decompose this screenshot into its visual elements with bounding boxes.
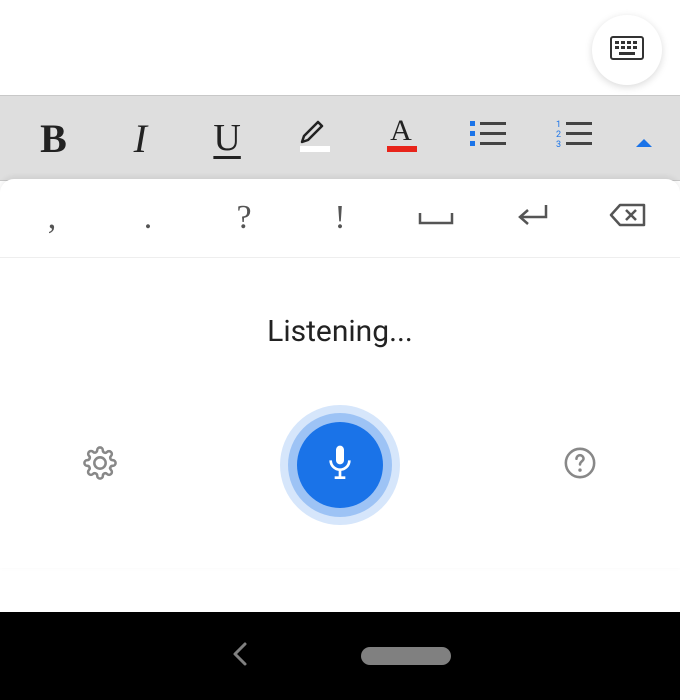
svg-text:1: 1 bbox=[556, 120, 561, 130]
underline-icon: U bbox=[213, 116, 240, 160]
expand-toolbar-button[interactable] bbox=[618, 96, 670, 180]
dictation-controls bbox=[0, 405, 680, 525]
backspace-button[interactable] bbox=[580, 179, 676, 257]
enter-icon bbox=[512, 198, 552, 238]
svg-text:A: A bbox=[390, 114, 412, 147]
space-icon bbox=[416, 198, 456, 238]
dictation-area: Listening... bbox=[0, 258, 680, 568]
chevron-up-icon bbox=[634, 117, 654, 159]
space-button[interactable] bbox=[388, 179, 484, 257]
bold-icon: B bbox=[40, 115, 67, 162]
period-button[interactable]: . bbox=[100, 179, 196, 257]
backspace-icon bbox=[608, 198, 648, 238]
highlight-icon bbox=[292, 112, 336, 165]
keyboard-icon bbox=[610, 36, 644, 64]
microphone-button[interactable] bbox=[280, 405, 400, 525]
mic-core bbox=[297, 422, 383, 508]
svg-text:2: 2 bbox=[556, 130, 561, 140]
enter-button[interactable] bbox=[484, 179, 580, 257]
gear-icon bbox=[83, 446, 117, 484]
dictation-status: Listening... bbox=[267, 314, 413, 349]
microphone-icon bbox=[323, 443, 357, 487]
format-toolbar: B I U A bbox=[0, 95, 680, 181]
font-color-button[interactable]: A bbox=[357, 96, 444, 180]
question-label: ? bbox=[236, 199, 251, 237]
android-navigation-bar bbox=[0, 612, 680, 700]
period-label: . bbox=[144, 199, 153, 237]
italic-button[interactable]: I bbox=[97, 96, 184, 180]
bulleted-list-icon bbox=[468, 117, 508, 159]
settings-button[interactable] bbox=[80, 445, 120, 485]
numbered-list-icon: 1 2 3 bbox=[554, 117, 594, 159]
keyboard-toggle-button[interactable] bbox=[592, 15, 662, 85]
bold-button[interactable]: B bbox=[10, 96, 97, 180]
comma-button[interactable]: , bbox=[4, 179, 100, 257]
exclamation-button[interactable]: ! bbox=[292, 179, 388, 257]
svg-text:3: 3 bbox=[556, 140, 561, 150]
punctuation-panel: , . ? ! Listening... bbox=[0, 179, 680, 568]
home-pill[interactable] bbox=[361, 647, 451, 665]
punctuation-bar: , . ? ! bbox=[0, 179, 680, 257]
back-button[interactable] bbox=[229, 640, 251, 672]
help-button[interactable] bbox=[560, 445, 600, 485]
italic-icon: I bbox=[134, 115, 147, 162]
underline-button[interactable]: U bbox=[184, 96, 271, 180]
help-icon bbox=[563, 446, 597, 484]
highlight-button[interactable] bbox=[271, 96, 358, 180]
exclaim-label: ! bbox=[334, 199, 345, 237]
bulleted-list-button[interactable] bbox=[444, 96, 531, 180]
comma-label: , bbox=[48, 199, 57, 237]
numbered-list-button[interactable]: 1 2 3 bbox=[531, 96, 618, 180]
question-button[interactable]: ? bbox=[196, 179, 292, 257]
top-spacer bbox=[0, 0, 680, 95]
font-color-icon: A bbox=[379, 112, 423, 165]
